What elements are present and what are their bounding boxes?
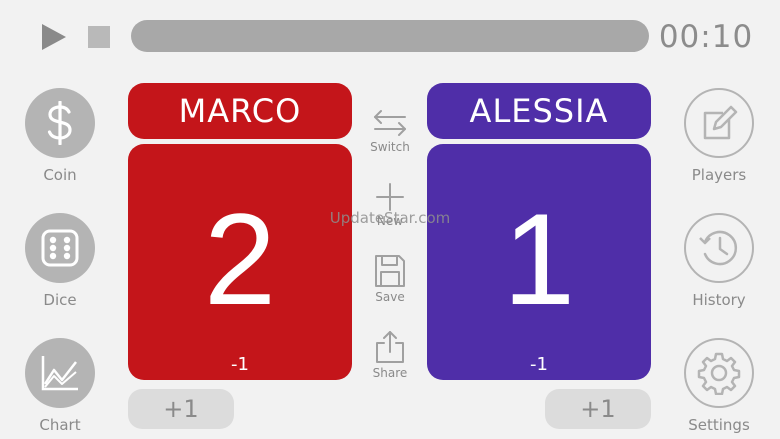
player2-score: 1 <box>502 186 576 332</box>
coin-label: Coin <box>43 166 77 184</box>
coin-button[interactable]: Coin <box>20 88 100 184</box>
player1-name[interactable]: MARCO <box>128 83 352 139</box>
switch-label: Switch <box>370 140 410 154</box>
players-label: Players <box>691 166 747 184</box>
history-button[interactable]: History <box>679 213 759 309</box>
history-icon <box>699 230 737 266</box>
dice-icon <box>41 229 79 267</box>
timer-display: 00:10 <box>658 19 754 55</box>
settings-label: Settings <box>688 416 750 434</box>
save-label: Save <box>375 290 405 304</box>
chart-label: Chart <box>39 416 81 434</box>
settings-button[interactable]: Settings <box>679 338 759 434</box>
save-button[interactable]: Save <box>355 254 425 304</box>
players-button[interactable]: Players <box>679 88 759 184</box>
player2-plus-button[interactable]: +1 <box>545 389 651 429</box>
player2-minus-button[interactable]: -1 <box>427 354 651 375</box>
player2-score-card[interactable]: 1 -1 <box>427 144 651 380</box>
share-button[interactable]: Share <box>355 330 425 380</box>
edit-icon <box>703 105 738 140</box>
stop-button[interactable] <box>88 26 110 48</box>
switch-button[interactable]: Switch <box>355 108 425 154</box>
player2-name[interactable]: ALESSIA <box>427 83 651 139</box>
play-icon <box>42 24 66 50</box>
dollar-icon <box>47 101 72 145</box>
player1-score-card[interactable]: 2 -1 <box>128 144 352 380</box>
timer-progress-bar[interactable] <box>131 20 649 52</box>
share-icon <box>376 331 404 363</box>
player1-score: 2 <box>203 186 277 332</box>
watermark: UpdateStar.com <box>329 209 451 227</box>
chart-icon <box>41 356 78 391</box>
gear-icon <box>697 352 741 395</box>
play-button[interactable] <box>40 22 68 52</box>
switch-icon <box>374 110 406 136</box>
history-label: History <box>692 291 746 309</box>
dice-label: Dice <box>43 291 77 309</box>
plus-icon <box>376 183 404 211</box>
chart-button[interactable]: Chart <box>20 338 100 434</box>
share-label: Share <box>372 366 408 380</box>
player1-plus-button[interactable]: +1 <box>128 389 234 429</box>
save-icon <box>375 255 405 287</box>
player1-minus-button[interactable]: -1 <box>128 354 352 375</box>
dice-button[interactable]: Dice <box>20 213 100 309</box>
